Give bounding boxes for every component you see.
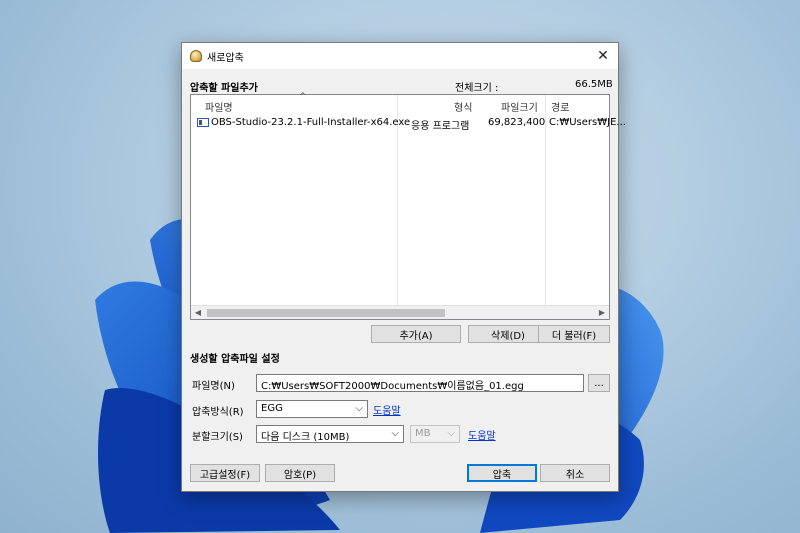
file-path-cell: C:₩Users₩JE... [549, 117, 626, 128]
window-title: 새로압축 [207, 52, 244, 64]
filename-label: 파일명(N) [192, 381, 235, 392]
title-bar: 새로압축 ✕ [182, 43, 618, 69]
column-header-path[interactable]: 경로 [551, 99, 569, 114]
archive-icon [190, 50, 202, 62]
compress-button[interactable]: 압축 [467, 464, 537, 482]
exe-file-icon [197, 118, 209, 127]
split-size-label: 분할크기(S) [192, 432, 243, 443]
advanced-settings-button[interactable]: 고급설정(F) [190, 464, 260, 482]
scroll-right-icon[interactable]: ▶ [595, 306, 609, 319]
column-header-name[interactable]: 파일명 [205, 99, 233, 114]
chevron-down-icon: ⌵ [391, 428, 399, 439]
split-unit-select[interactable]: MB ⌵ [410, 425, 460, 443]
split-size-select[interactable]: 다음 디스크 (10MB) ⌵ [256, 425, 404, 443]
add-file-button[interactable]: 추가(A) [371, 325, 461, 343]
column-header-size[interactable]: 파일크기 [501, 99, 538, 114]
horizontal-scrollbar[interactable]: ◀ ▶ [191, 305, 609, 319]
split-help-link[interactable]: 도움말 [468, 427, 496, 442]
file-list[interactable]: 파일명 ^ 형식 파일크기 경로 OBS-Studio-23.2.1-Full-… [190, 92, 626, 320]
scrollbar-thumb[interactable] [207, 309, 445, 317]
cancel-button[interactable]: 취소 [540, 464, 610, 482]
browse-button[interactable]: ... [588, 374, 610, 392]
file-size-cell: 69,823,400 [488, 117, 546, 128]
settings-section-label: 생성할 압축파일 설정 [190, 354, 280, 365]
total-size-label: 전체크기 : [455, 83, 499, 94]
method-help-link[interactable]: 도움말 [373, 402, 401, 417]
load-more-button[interactable]: 더 불러(F) [538, 325, 610, 343]
scroll-left-icon[interactable]: ◀ [191, 306, 205, 319]
split-unit-value: MB [415, 428, 431, 439]
filename-input[interactable]: C:₩Users₩SOFT2000₩Documents₩이름없음_01.egg [256, 374, 584, 392]
file-type-cell: 응용 프로그램 [411, 121, 470, 132]
file-name-cell[interactable]: OBS-Studio-23.2.1-Full-Installer-x64.exe [211, 117, 410, 128]
total-size-value: 66.5MB [575, 79, 613, 90]
split-size-value: 다음 디스크 (10MB) [261, 432, 350, 443]
sort-ascending-icon: ^ [299, 92, 307, 102]
chevron-down-icon: ⌵ [447, 428, 455, 439]
compression-method-value: EGG [261, 403, 283, 414]
chevron-down-icon: ⌵ [355, 403, 363, 414]
column-header-type[interactable]: 형식 [454, 99, 472, 114]
compression-method-label: 압축방식(R) [192, 407, 244, 418]
delete-file-button[interactable]: 삭제(D) [468, 325, 548, 343]
password-button[interactable]: 암호(P) [265, 464, 335, 482]
compression-method-select[interactable]: EGG ⌵ [256, 400, 368, 418]
new-archive-dialog: 새로압축 ✕ 압축할 파일추가 전체크기 : 66.5MB 파일명 ^ 형식 파… [181, 42, 626, 492]
close-button[interactable]: ✕ [588, 43, 618, 69]
files-section-label: 압축할 파일추가 [190, 83, 258, 94]
